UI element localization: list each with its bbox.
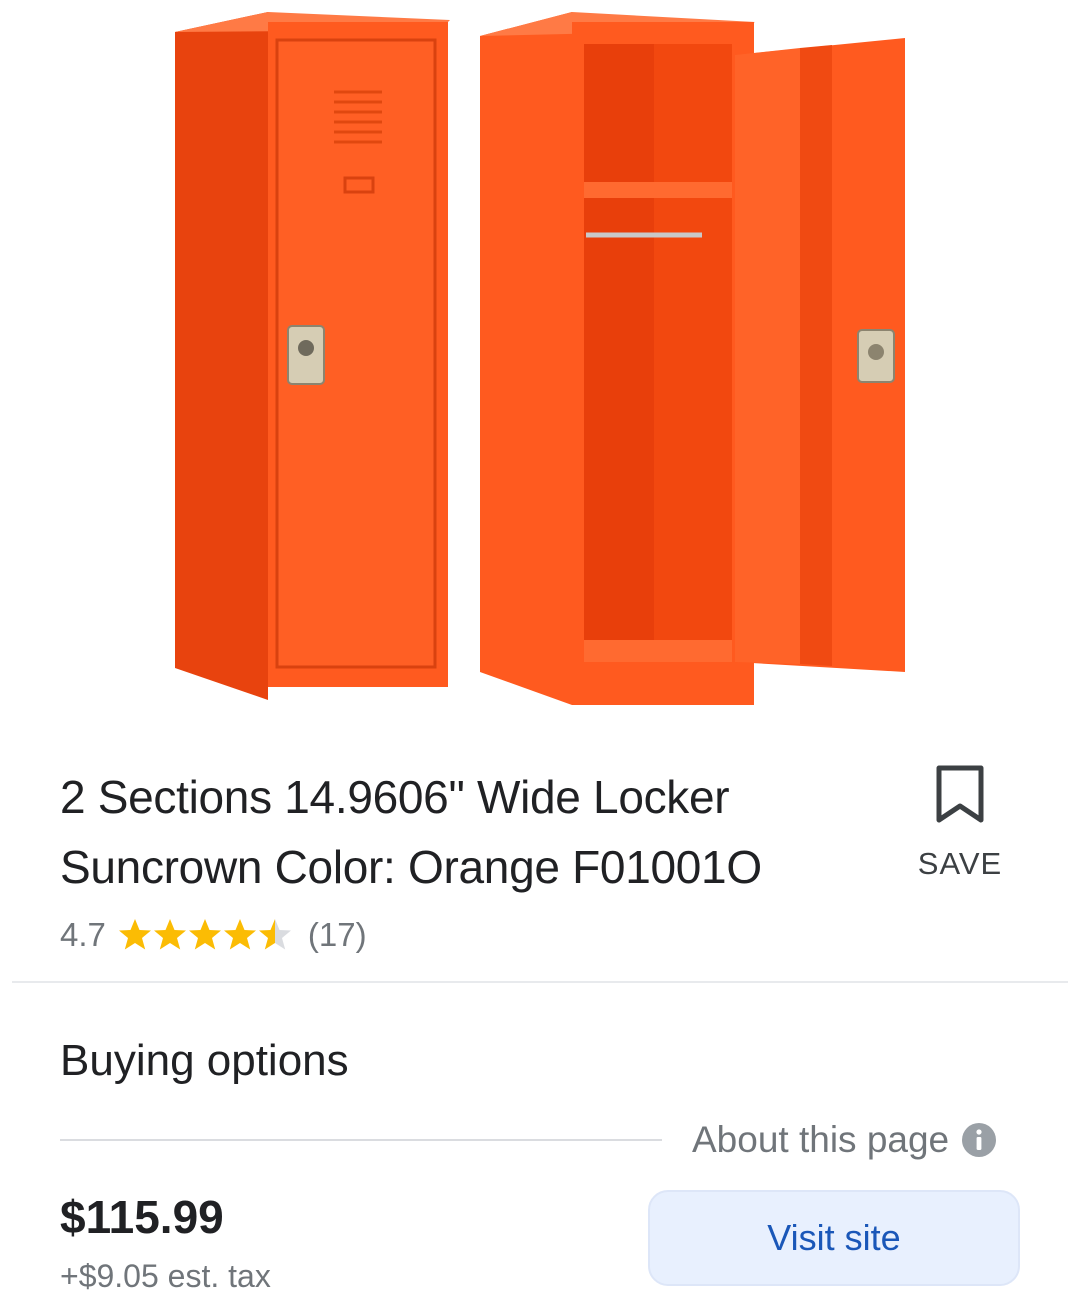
product-title: 2 Sections 14.9606" Wide Locker Suncrown…	[60, 771, 762, 893]
star-rating-icon	[118, 919, 291, 950]
divider	[12, 981, 1068, 983]
rating-stars	[118, 918, 294, 952]
product-image[interactable]	[0, 0, 1080, 730]
review-count: (17)	[307, 916, 367, 953]
about-this-page-link[interactable]: About this page	[692, 1116, 997, 1164]
rating-row[interactable]: 4.7 (17)	[60, 912, 367, 958]
info-icon	[962, 1123, 997, 1157]
rating-value: 4.7	[60, 916, 106, 953]
price: $115.99	[60, 1191, 224, 1243]
section-divider	[60, 1139, 662, 1141]
estimated-tax: +$9.05 est. tax	[60, 1258, 271, 1294]
bookmark-icon	[936, 765, 984, 823]
closed-locker	[175, 12, 450, 700]
save-button[interactable]: SAVE	[912, 764, 1008, 882]
save-label: SAVE	[917, 846, 1003, 881]
open-locker	[480, 12, 905, 705]
buying-options-heading: Buying options	[60, 1036, 349, 1085]
about-this-page-label: About this page	[692, 1119, 950, 1160]
visit-site-button[interactable]: Visit site	[648, 1190, 1020, 1286]
